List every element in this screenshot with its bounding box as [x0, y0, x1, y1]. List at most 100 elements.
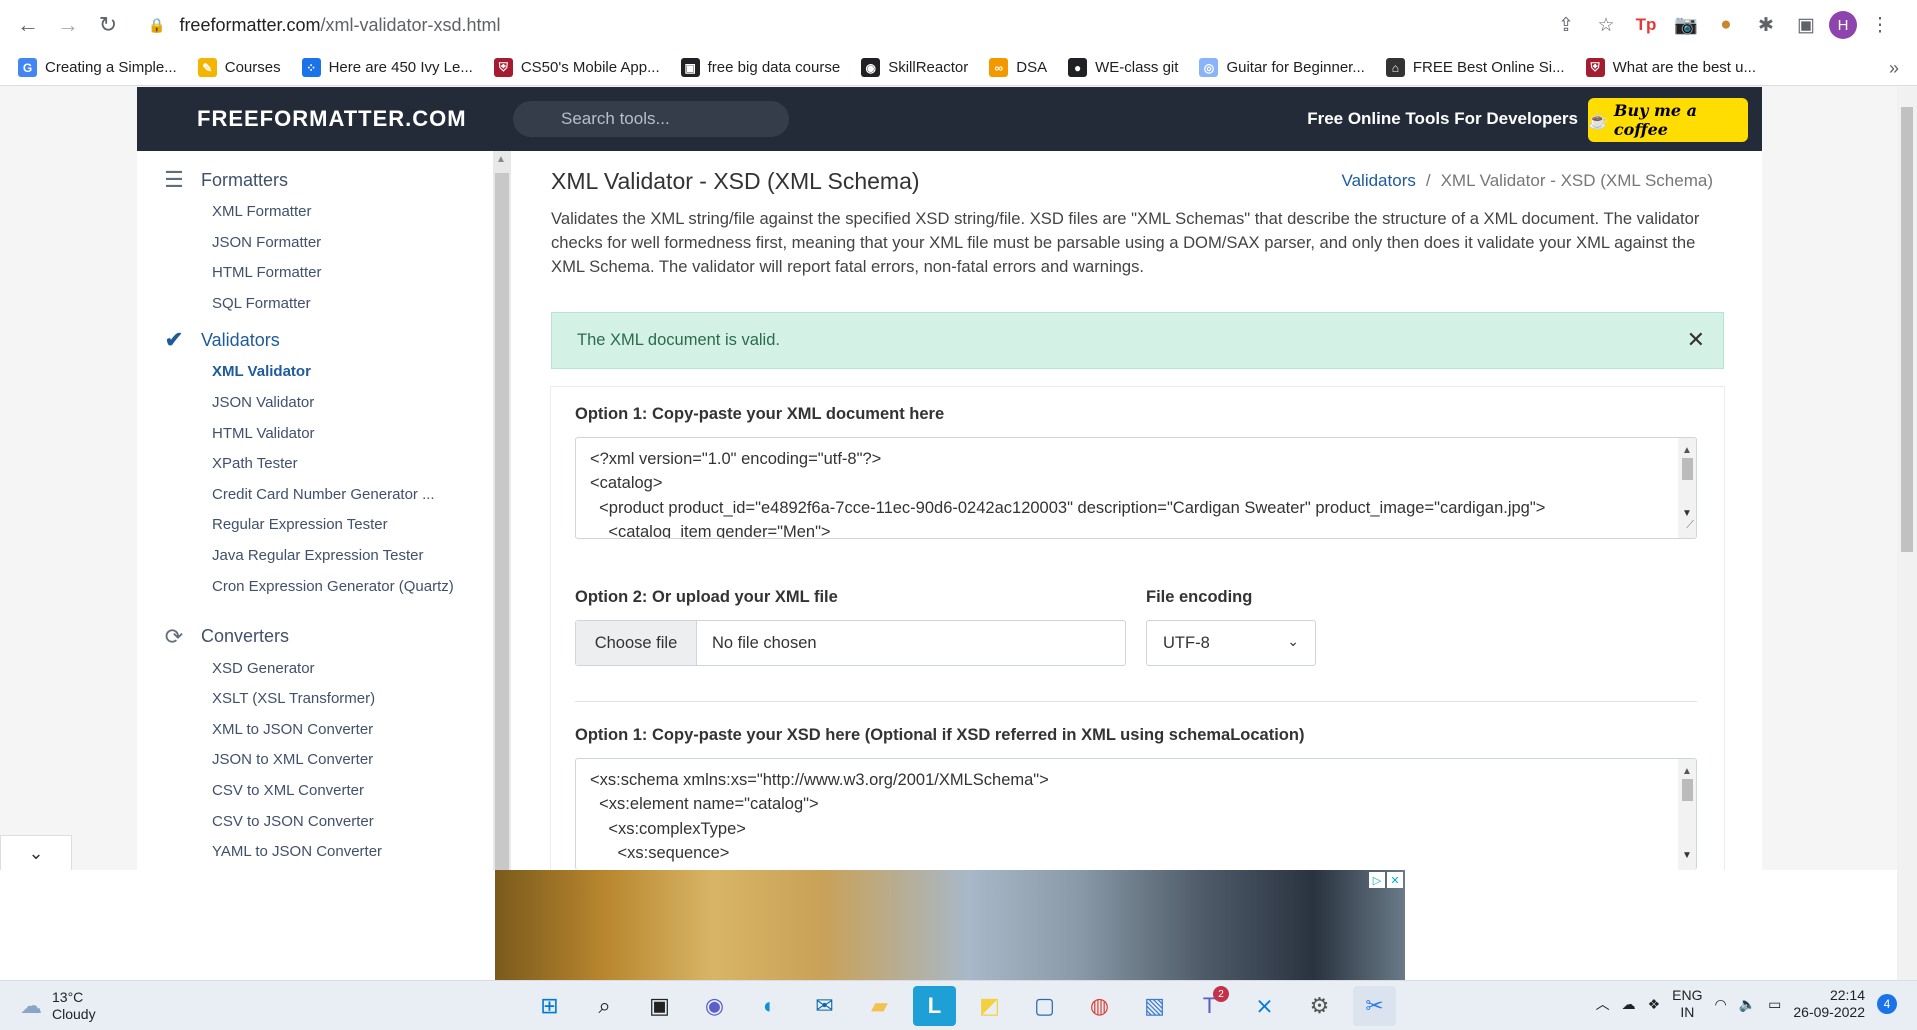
teams-chat-icon[interactable]: ◉ [693, 986, 736, 1026]
bookmark-item[interactable]: ▣ free big data course [680, 58, 840, 77]
mail-icon[interactable]: ✉ [803, 986, 846, 1026]
back-icon[interactable]: ← [8, 5, 48, 45]
xml-scroll-thumb[interactable] [1682, 458, 1693, 480]
more-bookmarks-icon[interactable]: » [1889, 58, 1899, 79]
address-bar[interactable]: 🔒 freeformatter.com/xml-validator-xsd.ht… [140, 8, 1600, 42]
cookie-icon[interactable]: ● [1709, 8, 1743, 42]
sidebar-item[interactable]: JSON Formatter [212, 232, 472, 253]
sidebar-item[interactable]: SQL Formatter [212, 293, 472, 314]
sticky-notes-icon[interactable]: ◩ [968, 986, 1011, 1026]
teams-icon[interactable]: T2 [1188, 986, 1231, 1026]
sidebar-item[interactable]: XML to JSON Converter [212, 719, 472, 740]
choose-file-button[interactable]: Choose file [576, 621, 697, 665]
chrome-icon[interactable]: ◍ [1078, 986, 1121, 1026]
sidebar-item[interactable]: Regular Expression Tester [212, 514, 472, 535]
page-scrollbar[interactable] [1897, 87, 1917, 980]
close-icon[interactable]: ✕ [1687, 327, 1705, 353]
sidebar-item[interactable]: HTML Formatter [212, 262, 472, 283]
sidebar-section-converters[interactable]: ⟳ Converters [161, 624, 289, 650]
dropbox-icon[interactable]: ❖ [1648, 996, 1661, 1013]
search-input[interactable]: Search tools... [513, 101, 789, 137]
window-app-icon[interactable]: ▢ [1023, 986, 1066, 1026]
resize-grip-icon[interactable]: ⟋ [1686, 513, 1694, 537]
bookmark-item[interactable]: ∞ DSA [989, 58, 1047, 77]
sidebar-scrollbar[interactable]: ▲ [493, 151, 511, 870]
sidebar-item[interactable]: JSON Validator [212, 392, 472, 413]
xsd-textarea-scrollbar[interactable]: ▲ ▼ [1678, 759, 1696, 870]
bookmark-item[interactable]: G Creating a Simple... [18, 58, 177, 77]
sidebar-item[interactable]: Java Regular Expression Tester [212, 545, 472, 566]
sidebar-item[interactable]: XML Formatter [212, 201, 472, 222]
lumin-icon[interactable]: L [913, 986, 956, 1026]
sidebar-section-validators[interactable]: ✔ Validators [161, 327, 280, 353]
clock[interactable]: 22:14 26-09-2022 [1793, 987, 1865, 1021]
sidebar-item[interactable]: Credit Card Number Generator ... [212, 484, 472, 505]
snipping-tool-icon[interactable]: ✂ [1353, 986, 1396, 1026]
forward-icon[interactable]: → [48, 5, 88, 45]
xsd-scroll-thumb[interactable] [1682, 779, 1693, 801]
sidepanel-icon[interactable]: ▣ [1789, 8, 1823, 42]
sidebar-item[interactable]: XPath Tester [212, 453, 472, 474]
file-upload-input[interactable]: Choose file No file chosen [575, 620, 1126, 666]
tp-extension-icon[interactable]: Tp [1629, 8, 1663, 42]
ad-close-icon[interactable]: ✕ [1387, 872, 1403, 888]
site-logo[interactable]: FREEFORMATTER.COM [197, 106, 467, 132]
edge-icon[interactable]: ◐ [748, 986, 791, 1026]
sidebar-scroll-thumb[interactable] [495, 173, 509, 870]
scroll-down-icon[interactable]: ▼ [1682, 844, 1692, 868]
sidebar-item[interactable]: Cron Expression Generator (Quartz) [212, 576, 472, 597]
extensions-icon[interactable]: ✱ [1749, 8, 1783, 42]
page-scroll-thumb[interactable] [1901, 107, 1913, 552]
encoding-select[interactable]: UTF-8 ⌄ [1146, 620, 1316, 666]
breadcrumb-validators-link[interactable]: Validators [1342, 171, 1416, 191]
search-icon[interactable]: ⌕ [583, 986, 626, 1026]
chevron-up-icon[interactable]: ︿ [1596, 994, 1610, 1014]
star-icon[interactable]: ☆ [1589, 8, 1623, 42]
reload-icon[interactable]: ↻ [88, 5, 128, 45]
ad-choices-icon[interactable]: ▷ [1369, 872, 1385, 888]
sidebar-section-formatters[interactable]: ☰ Formatters [161, 167, 288, 193]
settings-icon[interactable]: ⚙ [1298, 986, 1341, 1026]
sidebar-item[interactable]: XSD Generator [212, 658, 472, 679]
file-explorer-icon[interactable]: ▰ [858, 986, 901, 1026]
sidebar-item[interactable]: XML Validator [212, 361, 472, 382]
bookmark-item[interactable]: ✎ Courses [197, 58, 281, 77]
photos-icon[interactable]: ▧ [1133, 986, 1176, 1026]
task-view-icon[interactable]: ▣ [638, 986, 681, 1026]
share-icon[interactable]: ⇪ [1549, 8, 1583, 42]
weather-widget[interactable]: ☁ 13°C Cloudy [20, 989, 96, 1023]
bookmark-item[interactable]: ● WE-class git [1068, 58, 1178, 77]
bookmark-item[interactable]: ◎ Guitar for Beginner... [1199, 58, 1365, 77]
list-indent-icon: ☰ [164, 167, 184, 192]
bookmark-item[interactable]: ⁘ Here are 450 Ivy Le... [301, 58, 473, 77]
bookmark-item[interactable]: ◉ SkillReactor [861, 58, 968, 77]
sidebar-item[interactable]: XSLT (XSL Transformer) [212, 688, 472, 709]
bookmark-item[interactable]: ⌂ FREE Best Online Si... [1385, 58, 1565, 77]
speaker-icon[interactable]: 🔈 [1739, 996, 1756, 1013]
wifi-icon[interactable]: ◠ [1714, 996, 1726, 1013]
sidebar-item[interactable]: JSON to XML Converter [212, 749, 472, 770]
bookmark-item[interactable]: ⛨ CS50's Mobile App... [493, 58, 660, 77]
onedrive-icon[interactable]: ☁ [1622, 996, 1636, 1013]
menu-icon[interactable]: ⋮ [1863, 8, 1897, 42]
sidebar-item[interactable]: HTML Validator [212, 423, 472, 444]
collapse-toggle[interactable]: ⌄ [0, 835, 72, 870]
camera-icon[interactable]: 📷 [1669, 8, 1703, 42]
xml-textarea[interactable]: <?xml version="1.0" encoding="utf-8"?> <c… [575, 437, 1697, 539]
success-alert: The XML document is valid. ✕ [551, 312, 1724, 369]
language-indicator[interactable]: ENG IN [1672, 987, 1702, 1021]
notification-count[interactable]: 4 [1877, 994, 1897, 1014]
sidebar-item[interactable]: YAML to JSON Converter [212, 841, 472, 862]
battery-icon[interactable]: ▭ [1768, 996, 1781, 1013]
windows-start-icon[interactable]: ⊞ [528, 986, 571, 1026]
sidebar-item[interactable]: CSV to JSON Converter [212, 811, 472, 832]
scroll-up-icon[interactable]: ▲ [496, 154, 506, 165]
buy-coffee-button[interactable]: ☕ Buy me a coffee [1588, 98, 1748, 142]
sidebar-item[interactable]: CSV to XML Converter [212, 780, 472, 801]
bookmark-item[interactable]: ⛨ What are the best u... [1585, 58, 1756, 77]
ad-banner[interactable]: ▷ ✕ [495, 870, 1405, 980]
xsd-textarea[interactable]: <xs:schema xmlns:xs="http://www.w3.org/2… [575, 758, 1697, 870]
toolbar-icons: ⇪ ☆ Tp 📷 ● ✱ ▣ H ⋮ [1549, 6, 1917, 44]
vscode-icon[interactable]: ⨯ [1243, 986, 1286, 1026]
profile-avatar[interactable]: H [1829, 11, 1857, 39]
